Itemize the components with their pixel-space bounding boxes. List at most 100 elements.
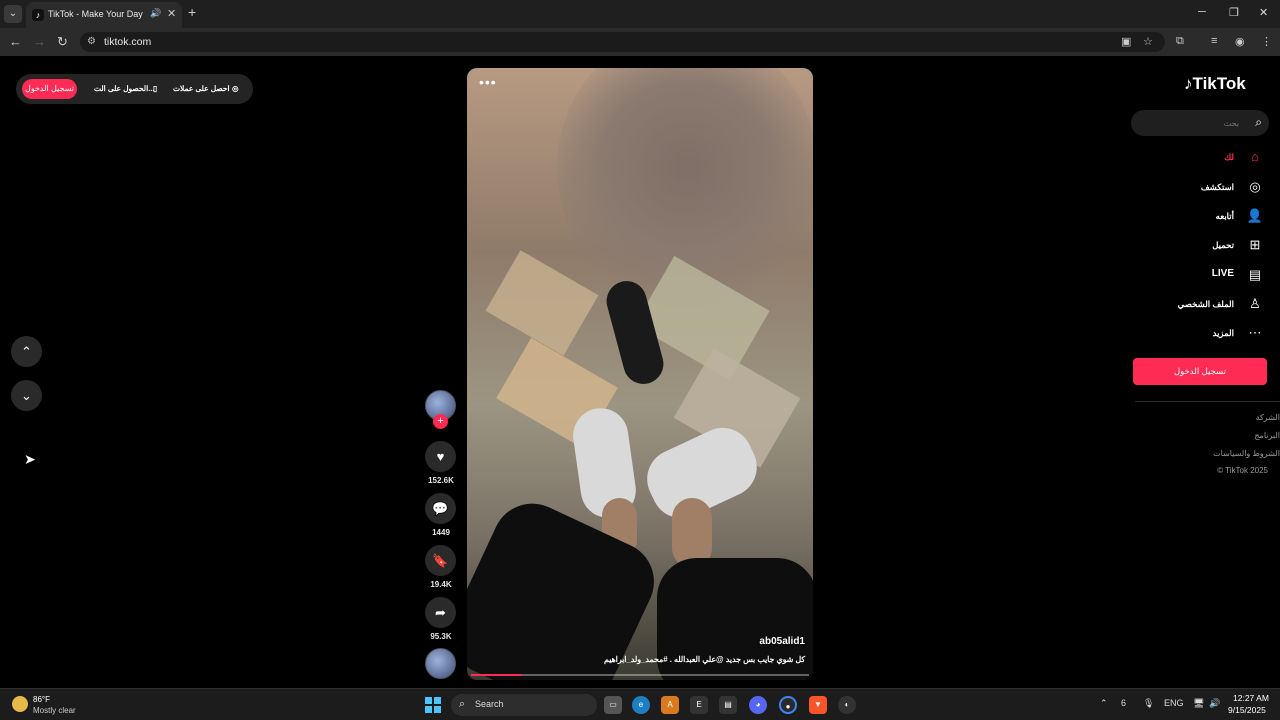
menu-icon[interactable]: ⋮ [1261,35,1272,48]
video-frame-pants [467,490,668,680]
bookmark-star-icon[interactable]: ☆ [1143,35,1153,48]
profile-avatar-icon[interactable]: ◉ [1235,35,1245,48]
footer-company-link[interactable]: الشركة [1256,413,1280,422]
get-app-link[interactable]: الحصول على الت... [94,84,154,93]
mouse-cursor-icon: ➤ [24,451,36,467]
previous-video-button[interactable]: ⌃ [11,336,42,367]
comment-icon[interactable]: 💬 [425,493,456,524]
following-icon: 👤 [1246,208,1264,223]
browser-tab[interactable]: ♪ TikTok - Make Your Day 🔊 ✕ [26,2,182,28]
address-bar[interactable]: ⚙ tiktok.com [80,32,1165,52]
microphone-icon[interactable]: 🎙 [1143,698,1154,709]
network-icon[interactable]: 🖥 [1193,698,1204,709]
next-video-button[interactable]: ⌄ [11,380,42,411]
install-app-icon[interactable]: ▣ [1121,35,1131,48]
sidebar-item-more[interactable]: ⋯ المزيد [1124,322,1264,344]
sidebar-item-profile[interactable]: ♙ الملف الشخصي [1124,293,1264,315]
file-explorer-icon[interactable]: ▭ [604,696,622,714]
windows-taskbar: 86°F Mostly clear ⌕ Search ▭ e A E ▤ ◕ ●… [0,688,1280,720]
weather-temp[interactable]: 86°F [33,695,50,704]
logo-text: TikTok [1192,74,1246,93]
taskbar-search-label: Search [475,699,504,709]
compass-icon: ◎ [1249,179,1261,194]
sidebar-item-upload[interactable]: ⊞ تحميل [1124,234,1264,256]
restore-icon[interactable]: ❐ [1229,6,1239,19]
tiktok-note-icon: ♪ [1184,74,1193,93]
reload-icon[interactable]: ↻ [57,34,68,50]
footer-terms-link[interactable]: الشروط والسياسات [1213,449,1280,458]
clock-time[interactable]: 12:27 AM [1233,693,1269,703]
start-icon[interactable] [425,697,441,713]
tab-list-icon[interactable]: ⌄ [4,5,22,23]
media-controls-icon[interactable]: ≡ [1211,35,1217,47]
site-info-icon[interactable]: ⚙ [87,36,96,47]
footer-program-link[interactable]: البرنامج [1254,431,1280,440]
language-indicator[interactable]: ENG [1164,698,1184,708]
upload-icon: ⊞ [1249,237,1261,252]
minimize-icon[interactable]: ─ [1198,6,1206,18]
sidebar-item-label: تحميل [1212,240,1234,250]
get-coins-link[interactable]: احصل على عملات [173,84,230,93]
more-icon: ⋯ [1248,325,1262,340]
search-input[interactable] [1139,115,1239,131]
app-icon[interactable]: ▤ [719,696,737,714]
new-tab-icon[interactable]: + [188,4,196,20]
video-player[interactable]: ••• ab05alid1 كل شوي جايب بس جديد @علي ا… [467,68,813,680]
search-icon: ⌕ [459,698,466,710]
forward-icon[interactable]: → [33,34,46,49]
tiktok-favicon-icon: ♪ [32,9,44,21]
close-tab-icon[interactable]: ✕ [167,7,176,20]
extensions-icon[interactable]: ⧉ [1176,35,1184,48]
sidebar-item-following[interactable]: 👤 أتابعه [1124,205,1264,227]
sidebar-item-label: LIVE [1211,268,1234,279]
save-count: 19.4K [430,580,452,589]
sidebar-item-label: الملف الشخصي [1177,299,1234,309]
video-progress-bar[interactable] [471,674,809,676]
sidebar-item-label: استكشف [1200,182,1234,192]
bookmark-icon[interactable]: 🔖 [425,545,456,576]
search-icon[interactable]: ⌕ [1255,115,1262,130]
back-icon[interactable]: ← [9,34,22,49]
url-text[interactable]: tiktok.com [104,36,151,48]
sidebar-item-label: المزيد [1212,328,1234,338]
discord-icon[interactable]: ◕ [749,696,767,714]
login-button[interactable]: تسجيل الدخول [22,79,77,99]
epic-games-icon[interactable]: E [690,696,708,714]
window-close-icon[interactable]: ✕ [1259,6,1268,19]
sound-avatar[interactable] [425,648,456,679]
browser-titlebar: ⌄ ♪ TikTok - Make Your Day 🔊 ✕ + ─ ❐ ✕ [0,0,1280,28]
sidebar-item-foryou[interactable]: ⌂ لك [1124,146,1264,168]
live-icon: ▤ [1248,267,1262,282]
sidebar-divider [1135,401,1280,402]
taskbar-search[interactable]: ⌕ Search [451,694,597,716]
tab-title: TikTok - Make Your Day [48,9,143,19]
follow-plus-icon[interactable]: + [433,414,448,429]
video-more-icon[interactable]: ••• [479,74,497,90]
weather-desc[interactable]: Mostly clear [33,706,76,715]
footer-copyright: © TikTok 2025 [1217,466,1268,475]
app-icon[interactable]: ◐ [838,696,856,714]
sidebar-item-explore[interactable]: ◎ استكشف [1124,176,1264,198]
profile-icon: ♙ [1249,296,1261,311]
sidebar-item-live[interactable]: ▤ LIVE [1124,264,1264,286]
phone-icon: ▯ [153,84,158,93]
search-box[interactable]: ⌕ [1131,110,1269,136]
tray-overflow-icon[interactable]: ⌃ [1100,698,1108,709]
weather-moon-icon[interactable] [12,696,28,712]
browser-toolbar: ← → ↻ ⚙ tiktok.com ▣ ☆ ⧉ ≡ ◉ ⋮ [0,28,1280,56]
sidebar-login-button[interactable]: تسجيل الدخول [1133,358,1267,385]
coin-icon: ◎ [232,84,239,93]
app-icon[interactable]: A [661,696,679,714]
speaker-icon[interactable]: 🔊 [150,8,161,19]
like-icon[interactable]: ♥ [425,441,456,472]
brave-icon[interactable]: ▼ [809,696,827,714]
like-count: 152.6K [428,476,454,485]
video-author[interactable]: ab05alid1 [759,636,805,647]
volume-icon[interactable]: 🔊 [1209,698,1220,709]
tray-app-icon[interactable]: 6 [1121,698,1126,708]
edge-icon[interactable]: e [632,696,650,714]
clock-date[interactable]: 9/15/2025 [1228,705,1266,715]
chrome-icon[interactable]: ● [779,696,797,714]
share-icon[interactable]: ➦ [425,597,456,628]
tiktok-logo[interactable]: ♪TikTok [1184,74,1246,94]
